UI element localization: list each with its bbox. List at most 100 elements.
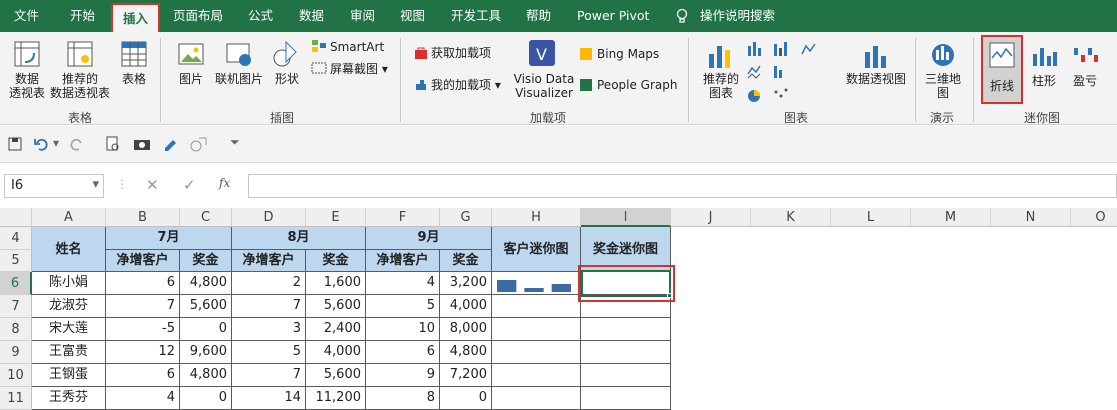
name-box[interactable]: I6 ▾ xyxy=(4,174,104,198)
cell-name[interactable]: 宋大莲 xyxy=(32,318,106,341)
tab-page-layout[interactable]: 页面布局 xyxy=(173,0,223,32)
cell-name[interactable]: 王富贵 xyxy=(32,341,106,364)
cell-value[interactable]: 9,600 xyxy=(180,341,232,364)
formula-input[interactable] xyxy=(248,174,1117,198)
row-header-10[interactable]: 10 xyxy=(0,364,32,387)
row-header-7[interactable]: 7 xyxy=(0,295,32,318)
cell-value[interactable]: 5,600 xyxy=(306,295,366,318)
tab-file[interactable]: 文件 xyxy=(14,0,39,32)
bing-maps-button[interactable]: Bing Maps xyxy=(597,47,659,61)
undo-icon[interactable] xyxy=(34,136,50,152)
cell-value[interactable]: 0 xyxy=(180,387,232,410)
column-header-i[interactable]: I xyxy=(581,208,671,227)
column-header-d[interactable]: D xyxy=(232,208,306,227)
cell-name[interactable]: 龙淑芬 xyxy=(32,295,106,318)
cell-bonus-sparkline[interactable] xyxy=(581,364,671,387)
tab-help[interactable]: 帮助 xyxy=(526,0,551,32)
cell-value[interactable]: 2 xyxy=(232,272,306,295)
cell-bonus-sparkline[interactable] xyxy=(581,341,671,364)
insert-function-icon[interactable]: fx xyxy=(219,176,230,190)
column-header-l[interactable]: L xyxy=(831,208,911,227)
cell-value[interactable]: 5 xyxy=(232,341,306,364)
cell-bonus-sparkline[interactable] xyxy=(581,387,671,410)
header-month-9[interactable]: 9月 xyxy=(366,227,492,250)
customize-qat-icon[interactable]: ⏷ xyxy=(230,135,240,150)
select-all-corner[interactable] xyxy=(0,208,32,227)
cell-value[interactable]: 8 xyxy=(366,387,440,410)
header-bonus-8[interactable]: 奖金 xyxy=(306,250,366,272)
tab-home[interactable]: 开始 xyxy=(70,0,95,32)
row-header-6[interactable]: 6 xyxy=(0,272,32,295)
cell-value[interactable]: 5 xyxy=(366,295,440,318)
column-header-k[interactable]: K xyxy=(751,208,831,227)
fill-handle[interactable] xyxy=(667,293,672,298)
header-customer-sparkline[interactable]: 客户迷你图 xyxy=(492,227,581,272)
row-header-11[interactable]: 11 xyxy=(0,387,32,410)
column-header-e[interactable]: E xyxy=(306,208,366,227)
print-preview-icon[interactable] xyxy=(105,136,121,152)
cell-value[interactable]: 4 xyxy=(106,387,180,410)
enter-check-icon[interactable]: ✓ xyxy=(183,176,196,194)
pivot-table-button[interactable]: 数据 透视表 xyxy=(6,72,48,100)
cell-name[interactable]: 王秀芬 xyxy=(32,387,106,410)
cell-value[interactable]: 0 xyxy=(440,387,492,410)
get-addins-button[interactable]: 获取加载项 xyxy=(431,46,491,60)
undo-dropdown-icon[interactable]: ▾ xyxy=(53,136,59,150)
cell-value[interactable]: 1,600 xyxy=(306,272,366,295)
cell-value[interactable]: 4,000 xyxy=(440,295,492,318)
recommended-pivot-button[interactable]: 推荐的 数据透视表 xyxy=(48,72,112,100)
my-addins-button[interactable]: 我的加载项 ▾ xyxy=(431,78,501,92)
pivot-chart-button[interactable]: 数据透视图 xyxy=(842,72,910,86)
row-header-4[interactable]: 4 xyxy=(0,227,32,250)
worksheet-grid[interactable]: A B C D E F G H I J K L M N O 4 5 6 7 8 … xyxy=(0,208,1117,410)
sparkline-winloss-button[interactable]: 盈亏 xyxy=(1067,74,1103,88)
row-header-8[interactable]: 8 xyxy=(0,318,32,341)
header-month-8[interactable]: 8月 xyxy=(232,227,366,250)
recommended-charts-button[interactable]: 推荐的 图表 xyxy=(700,72,742,100)
cell-value[interactable]: 9 xyxy=(366,364,440,387)
column-header-c[interactable]: C xyxy=(180,208,232,227)
cell-value[interactable]: 7 xyxy=(232,295,306,318)
header-name[interactable]: 姓名 xyxy=(32,227,106,272)
cell-value[interactable]: 5,600 xyxy=(180,295,232,318)
column-header-n[interactable]: N xyxy=(991,208,1071,227)
header-bonus-7[interactable]: 奖金 xyxy=(180,250,232,272)
sparkline-column-button[interactable]: 柱形 xyxy=(1026,74,1062,88)
picture-button[interactable]: 图片 xyxy=(174,72,208,86)
shapes-button[interactable]: 形状 xyxy=(270,72,304,86)
visio-button[interactable]: Visio Data Visualizer xyxy=(512,72,576,100)
redo-icon[interactable] xyxy=(68,136,84,152)
cell-value[interactable]: 4,000 xyxy=(306,341,366,364)
cell-customer-sparkline[interactable] xyxy=(492,318,581,341)
cell-value[interactable]: 2,400 xyxy=(306,318,366,341)
customer-sparkline[interactable] xyxy=(495,274,577,294)
cancel-icon[interactable]: ✕ xyxy=(146,176,159,194)
header-customers-8[interactable]: 净增客户 xyxy=(232,250,306,272)
camera-icon[interactable] xyxy=(133,136,151,152)
tell-me-search[interactable]: 操作说明搜索 xyxy=(700,0,775,32)
column-header-o[interactable]: O xyxy=(1071,208,1117,227)
column-header-f[interactable]: F xyxy=(366,208,440,227)
cell-value[interactable]: 6 xyxy=(106,364,180,387)
name-box-dropdown-icon[interactable]: ▾ xyxy=(92,177,99,192)
cell-value[interactable]: 4,800 xyxy=(440,341,492,364)
cell-value[interactable]: 14 xyxy=(232,387,306,410)
tab-review[interactable]: 审阅 xyxy=(350,0,375,32)
cell-value[interactable]: 7,200 xyxy=(440,364,492,387)
people-graph-button[interactable]: People Graph xyxy=(597,78,678,92)
cell-name[interactable]: 陈小娟 xyxy=(32,272,106,295)
column-header-b[interactable]: B xyxy=(106,208,180,227)
cell-value[interactable]: 6 xyxy=(106,272,180,295)
tab-view[interactable]: 视图 xyxy=(400,0,425,32)
cell-customer-sparkline[interactable] xyxy=(492,295,581,318)
cell-value[interactable]: 3,200 xyxy=(440,272,492,295)
tab-data[interactable]: 数据 xyxy=(299,0,324,32)
row-header-5[interactable]: 5 xyxy=(0,250,32,272)
header-bonus-9[interactable]: 奖金 xyxy=(440,250,492,272)
cell-value[interactable]: -5 xyxy=(106,318,180,341)
cell-value[interactable]: 6 xyxy=(366,341,440,364)
cell-value[interactable]: 5,600 xyxy=(306,364,366,387)
cell-customer-sparkline[interactable] xyxy=(492,387,581,410)
tab-insert[interactable]: 插入 xyxy=(111,3,160,32)
column-header-g[interactable]: G xyxy=(440,208,492,227)
